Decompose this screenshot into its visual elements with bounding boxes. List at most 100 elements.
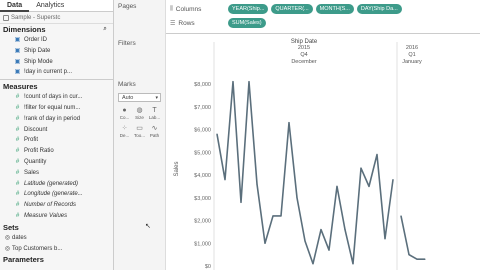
dimensions-list: ▣ Order ID ▣ Ship Date ▣ Ship Mode ▣ !day in cu… xyxy=(0,35,113,78)
sets-title: Sets xyxy=(3,222,19,232)
data-point xyxy=(376,153,378,156)
pane-header-label: 2016 xyxy=(406,45,418,51)
field-label: !rank of day in period xyxy=(24,115,81,122)
measure-field[interactable]: # Discount xyxy=(0,125,113,136)
set-field[interactable]: ◎ Top Customers b... xyxy=(0,244,113,255)
data-point xyxy=(216,133,218,135)
path-button[interactable]: ∿ Path xyxy=(148,124,161,140)
series-line xyxy=(216,80,394,265)
mouse-cursor-icon: ↖ xyxy=(145,223,151,230)
path-icon: ∿ xyxy=(151,125,158,132)
size-label: Size xyxy=(135,115,144,120)
mark-type-select[interactable]: Auto ▾ xyxy=(118,93,161,102)
data-point xyxy=(408,254,410,256)
data-point xyxy=(312,263,314,265)
measure-icon: # xyxy=(15,148,20,155)
tab-data[interactable]: Data xyxy=(0,0,30,12)
dimension-icon: ▣ xyxy=(14,37,21,43)
y-tick-label: $8,000 xyxy=(194,82,211,88)
label-button[interactable]: T Lab... xyxy=(148,106,161,122)
measure-icon: # xyxy=(15,180,20,187)
chart-view: Ship Date 2015 Q4 December 2016 Q1 January $0 $1… xyxy=(166,34,480,270)
measure-field[interactable]: # !rank of day in period xyxy=(0,114,113,125)
tab-analytics[interactable]: Analytics xyxy=(29,0,71,12)
set-icon: ◎ xyxy=(4,234,11,241)
set-field[interactable]: ◎ dates xyxy=(0,233,113,244)
measure-field[interactable]: # Measure Values xyxy=(0,211,113,222)
measure-field[interactable]: # Latitude (generated) xyxy=(0,179,113,190)
label-label: Lab... xyxy=(148,115,161,120)
datasource-row[interactable]: Sample - Superstc xyxy=(0,12,113,24)
measure-field[interactable]: # Number of Records xyxy=(0,200,113,211)
data-point xyxy=(424,258,426,260)
measure-field[interactable]: # Quantity xyxy=(0,157,113,168)
field-label: Profit xyxy=(24,137,39,144)
measure-field[interactable]: # !count of days in cur... xyxy=(0,92,113,103)
chevron-down-icon: ▾ xyxy=(155,95,158,101)
measure-icon: # xyxy=(15,191,20,198)
columns-label: ⫼ Columns xyxy=(166,6,228,13)
tooltip-icon: ▭ xyxy=(136,125,143,132)
dimension-icon: ▣ xyxy=(14,47,21,54)
columns-shelf[interactable]: ⫼ Columns YEAR(Ship... QUARTER(... MONTH(S.… xyxy=(166,3,480,15)
tooltip-button[interactable]: ▭ Too... xyxy=(133,124,146,140)
measure-icon: # xyxy=(15,104,20,111)
measure-field[interactable]: # Profit Ratio xyxy=(0,146,113,157)
measure-field[interactable]: # Sales xyxy=(0,168,113,179)
series-line xyxy=(400,215,425,260)
detail-label: De... xyxy=(119,133,130,138)
field-pill[interactable]: MONTH(S... xyxy=(315,4,354,14)
field-pill[interactable]: SUM(Sales) xyxy=(228,18,266,28)
cards-pane: Pages Filters Marks Auto ▾ ● Co... ◍ Size … xyxy=(114,0,166,270)
field-label: Ship Mode xyxy=(24,58,53,65)
mark-type-value: Auto xyxy=(122,95,134,101)
measure-field[interactable]: # !filter for equal num... xyxy=(0,103,113,114)
y-axis-label: Sales xyxy=(174,161,180,176)
dimension-icon: ▣ xyxy=(14,58,21,65)
dimension-field[interactable]: ▣ Order ID xyxy=(0,35,113,46)
tooltip-label: Too... xyxy=(133,133,145,138)
field-label: Number of Records xyxy=(24,202,77,209)
search-icon[interactable]: ⌕ xyxy=(101,25,109,33)
measures-list: # !count of days in cur... # !filter for eq… xyxy=(0,92,113,222)
measure-icon: # xyxy=(15,126,20,133)
filters-drop-area[interactable] xyxy=(114,50,165,78)
field-label: Ship Date xyxy=(24,47,51,54)
field-pill[interactable]: DAY(Ship Da... xyxy=(356,4,402,14)
data-point xyxy=(392,178,394,181)
detail-icon: ⁘ xyxy=(121,125,128,132)
data-point xyxy=(360,167,362,169)
measure-icon: # xyxy=(15,137,20,144)
marks-buttons: ● Co... ◍ Size T Lab... ⁘ De... ▭ Too... ∿ Pat… xyxy=(114,104,165,142)
field-pill[interactable]: QUARTER(... xyxy=(271,4,313,14)
field-pill[interactable]: YEAR(Ship... xyxy=(228,4,269,14)
data-point xyxy=(368,185,370,187)
pane-header-label: December xyxy=(291,59,317,65)
data-point xyxy=(264,242,266,244)
data-point xyxy=(296,197,298,199)
measure-field[interactable]: # Longitude (generate... xyxy=(0,189,113,200)
measure-field[interactable]: # Profit xyxy=(0,135,113,146)
columns-icon: ⫼ xyxy=(170,5,173,12)
shelves: ⫼ Columns YEAR(Ship... QUARTER(... MONTH(S.… xyxy=(166,0,480,34)
color-button[interactable]: ● Co... xyxy=(118,106,131,122)
rows-shelf[interactable]: ☰ Rows SUM(Sales) xyxy=(166,17,480,29)
data-point xyxy=(304,240,306,242)
dimension-field[interactable]: ▣ Ship Date xyxy=(0,46,113,57)
measures-header: Measures xyxy=(0,81,113,92)
divider xyxy=(0,79,113,81)
dimension-field[interactable]: ▣ !day in current p... xyxy=(0,67,113,78)
field-label: Sales xyxy=(24,169,40,176)
data-point xyxy=(224,178,226,181)
size-button[interactable]: ◍ Size xyxy=(133,106,146,122)
detail-button[interactable]: ⁘ De... xyxy=(118,124,131,140)
pages-drop-area[interactable] xyxy=(114,13,165,37)
measure-icon: # xyxy=(15,115,20,122)
y-tick-label: $5,000 xyxy=(194,150,211,156)
parameters-title: Parameters xyxy=(3,255,44,265)
y-tick-label: $0 xyxy=(205,264,211,270)
filters-card[interactable]: Filters xyxy=(114,37,165,50)
pages-card[interactable]: Pages xyxy=(114,0,165,13)
dimension-field[interactable]: ▣ Ship Mode xyxy=(0,57,113,68)
pane-header-label: January xyxy=(402,59,422,65)
